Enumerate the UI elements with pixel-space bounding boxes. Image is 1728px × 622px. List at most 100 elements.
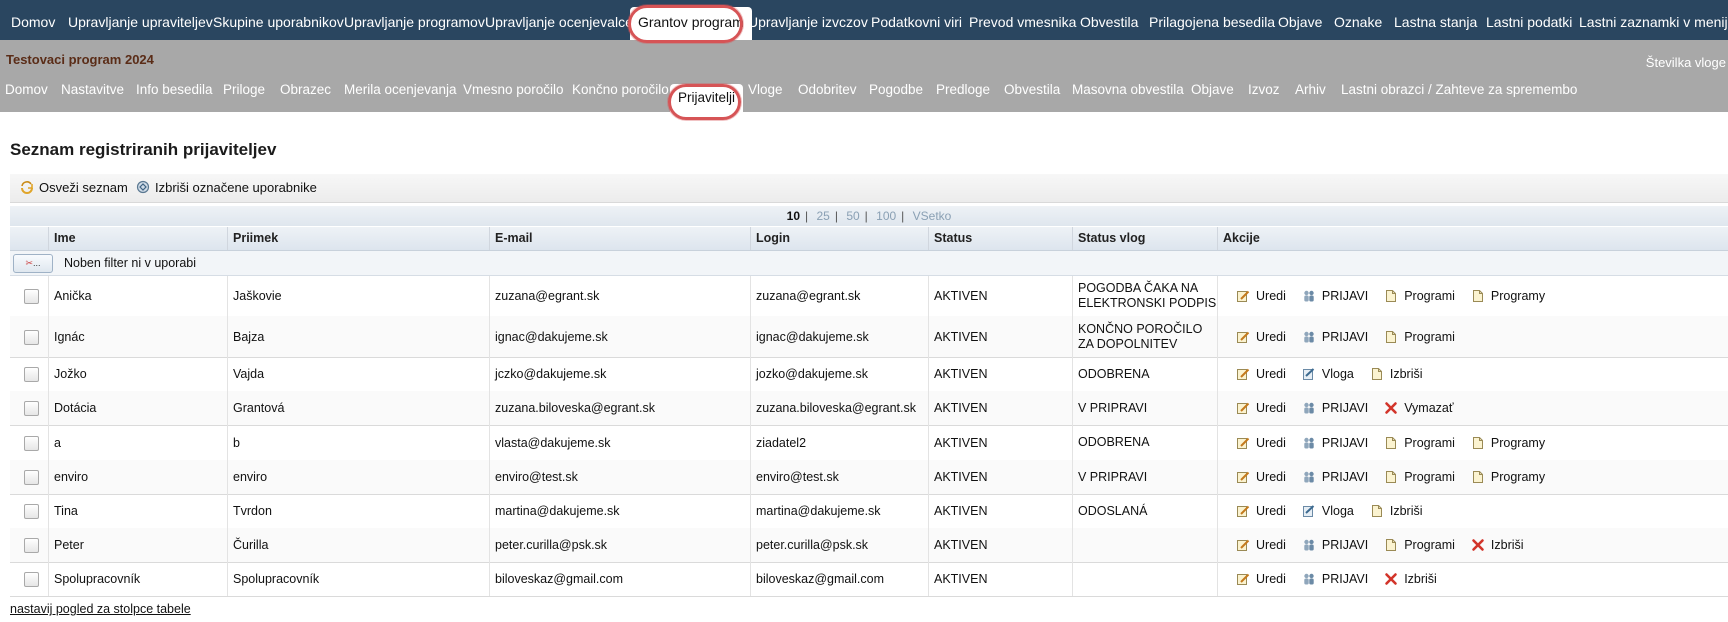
topnav-upravljanje-programov[interactable]: Upravljanje programov — [344, 0, 485, 40]
topnav-skupine-uporabnikov[interactable]: Skupine uporabnikov — [213, 0, 344, 40]
topnav-lastna-stanja[interactable]: Lastna stanja — [1394, 0, 1477, 40]
delete-selected-label: Izbriši označene uporabnike — [155, 180, 317, 195]
row-select-checkbox[interactable] — [24, 538, 39, 553]
action-prijavi-button[interactable]: PRIJAVI — [1302, 538, 1368, 552]
action-prijavi-button[interactable]: PRIJAVI — [1302, 436, 1368, 450]
subtab-arhiv[interactable]: Arhiv — [1295, 79, 1326, 112]
action-uredi-button[interactable]: Uredi — [1236, 504, 1286, 518]
column-ime[interactable]: Ime — [48, 227, 227, 250]
action-izbrisi-button[interactable]: Izbriši — [1370, 367, 1423, 381]
action-uredi-button[interactable]: Uredi — [1236, 538, 1286, 552]
action-programi-button[interactable]: Programi — [1384, 470, 1455, 484]
action-label: Uredi — [1256, 470, 1286, 484]
action-izbrisi-button[interactable]: Izbriši — [1471, 538, 1524, 552]
action-uredi-button[interactable]: Uredi — [1236, 330, 1286, 344]
row-select-checkbox[interactable] — [24, 470, 39, 485]
action-uredi-button[interactable]: Uredi — [1236, 289, 1286, 303]
page-size-10[interactable]: 10 — [787, 209, 800, 223]
topnav-lastni-podatki[interactable]: Lastni podatki — [1486, 0, 1572, 40]
action-prijavi-button[interactable]: PRIJAVI — [1302, 572, 1368, 586]
topnav-prilagojena-besedila[interactable]: Prilagojena besedila — [1149, 0, 1275, 40]
refresh-list-button[interactable]: Osveži seznam — [20, 178, 128, 198]
action-programy-button[interactable]: Programy — [1471, 436, 1545, 450]
page-size-50[interactable]: 50 — [846, 209, 859, 223]
users-icon — [1302, 538, 1322, 552]
row-select-checkbox[interactable] — [24, 367, 39, 382]
action-uredi-button[interactable]: Uredi — [1236, 367, 1286, 381]
topnav-grantov-program[interactable]: Grantov program — [630, 7, 752, 40]
delete-selected-button[interactable]: Izbriši označene uporabnike — [136, 178, 317, 198]
subtab-obrazec[interactable]: Obrazec — [280, 79, 331, 112]
action-izbrisi-button[interactable]: Izbriši — [1384, 572, 1437, 586]
subtab-koncno-porocilo[interactable]: Končno poročilo — [572, 79, 669, 112]
subtab-priloge[interactable]: Priloge — [223, 79, 265, 112]
cell-status-vlog: V PRIPRAVI — [1072, 460, 1217, 494]
subtab-vloge[interactable]: Vloge — [748, 79, 783, 112]
subtab-obvestila[interactable]: Obvestila — [1004, 79, 1060, 112]
row-select-checkbox[interactable] — [24, 572, 39, 587]
subtab-merila-ocenjevanja[interactable]: Merila ocenjevanja — [344, 79, 457, 112]
subtab-info-besedila[interactable]: Info besedila — [136, 79, 213, 112]
topnav-podatkovni-viri[interactable]: Podatkovni viri — [871, 0, 962, 40]
action-prijavi-button[interactable]: PRIJAVI — [1302, 289, 1368, 303]
topnav-lastni-zaznamki[interactable]: Lastni zaznamki v meniju — [1579, 0, 1728, 40]
action-uredi-button[interactable]: Uredi — [1236, 572, 1286, 586]
subtab-predloge[interactable]: Predloge — [936, 79, 990, 112]
column-priimek[interactable]: Priimek — [227, 227, 489, 250]
subtab-pogodbe[interactable]: Pogodbe — [869, 79, 923, 112]
topnav-oznake[interactable]: Oznake — [1334, 0, 1382, 40]
action-label: Programi — [1404, 329, 1455, 344]
subtab-lastni-obrazci[interactable]: Lastni obrazci / Zahteve za spremembo — [1341, 79, 1577, 112]
row-select-checkbox[interactable] — [24, 436, 39, 451]
subtab-domov[interactable]: Domov — [5, 79, 48, 112]
topnav-obvestila[interactable]: Obvestila — [1080, 0, 1138, 40]
document-icon — [1471, 436, 1491, 450]
subtab-izvoz[interactable]: Izvoz — [1248, 79, 1280, 112]
action-vloga-button[interactable]: Vloga — [1302, 367, 1354, 381]
row-select-checkbox[interactable] — [24, 289, 39, 304]
action-programi-button[interactable]: Programi — [1384, 538, 1455, 552]
column-settings-link[interactable]: nastavij pogled za stolpce tabele — [10, 602, 191, 616]
document-icon — [1384, 330, 1404, 344]
action-vloga-button[interactable]: Vloga — [1302, 504, 1354, 518]
topnav-upravljanje-izvczov[interactable]: Upravljanje izvczov — [748, 0, 868, 40]
subtab-nastavitve[interactable]: Nastavitve — [61, 79, 124, 112]
action-prijavi-button[interactable]: PRIJAVI — [1302, 470, 1368, 484]
action-programi-button[interactable]: Programi — [1384, 289, 1455, 303]
action-programi-button[interactable]: Programi — [1384, 330, 1455, 344]
column-email[interactable]: E-mail — [489, 227, 750, 250]
subtab-masovna-obvestila[interactable]: Masovna obvestila — [1072, 79, 1184, 112]
subtab-odobritev[interactable]: Odobritev — [798, 79, 857, 112]
topnav-upravljanje-ocenjevalcev[interactable]: Upravljanje ocenjevalcev — [485, 0, 640, 40]
column-login[interactable]: Login — [750, 227, 928, 250]
action-uredi-button[interactable]: Uredi — [1236, 401, 1286, 415]
topnav-prevod-vmesnika[interactable]: Prevod vmesnika — [969, 0, 1076, 40]
row-select-checkbox[interactable] — [24, 330, 39, 345]
column-status[interactable]: Status — [928, 227, 1072, 250]
topnav-objave[interactable]: Objave — [1278, 0, 1322, 40]
action-prijavi-button[interactable]: PRIJAVI — [1302, 401, 1368, 415]
subtab-prijavitelji[interactable]: Prijavitelji — [670, 84, 744, 112]
action-uredi-button[interactable]: Uredi — [1236, 436, 1286, 450]
page-size-100[interactable]: 100 — [876, 209, 896, 223]
subtab-vmesno-porocilo[interactable]: Vmesno poročilo — [463, 79, 564, 112]
action-prijavi-button[interactable]: PRIJAVI — [1302, 330, 1368, 344]
cell-priimek: Tvrdon — [227, 494, 489, 528]
action-izbrisi-button[interactable]: Izbriši — [1370, 504, 1423, 518]
column-status-vlog[interactable]: Status vlog — [1072, 227, 1217, 250]
table-row: Spolupracovník Spolupracovník biloveskaz@g… — [10, 562, 1728, 597]
filter-button[interactable]: ✂... — [13, 254, 53, 273]
row-select-checkbox[interactable] — [24, 401, 39, 416]
action-uredi-button[interactable]: Uredi — [1236, 470, 1286, 484]
action-programy-button[interactable]: Programy — [1471, 289, 1545, 303]
page-size-25[interactable]: 25 — [816, 209, 829, 223]
action-programi-button[interactable]: Programi — [1384, 436, 1455, 450]
topnav-upravljanje-upraviteljev[interactable]: Upravljanje upraviteljev — [68, 0, 213, 40]
subtab-objave[interactable]: Objave — [1191, 79, 1234, 112]
action-vymazat-button[interactable]: Vymazať — [1384, 401, 1454, 415]
page-size-all[interactable]: VSetko — [913, 209, 952, 223]
pager-separator: | — [864, 209, 868, 223]
action-programy-button[interactable]: Programy — [1471, 470, 1545, 484]
row-select-checkbox[interactable] — [24, 504, 39, 519]
topnav-domov[interactable]: Domov — [11, 0, 55, 40]
